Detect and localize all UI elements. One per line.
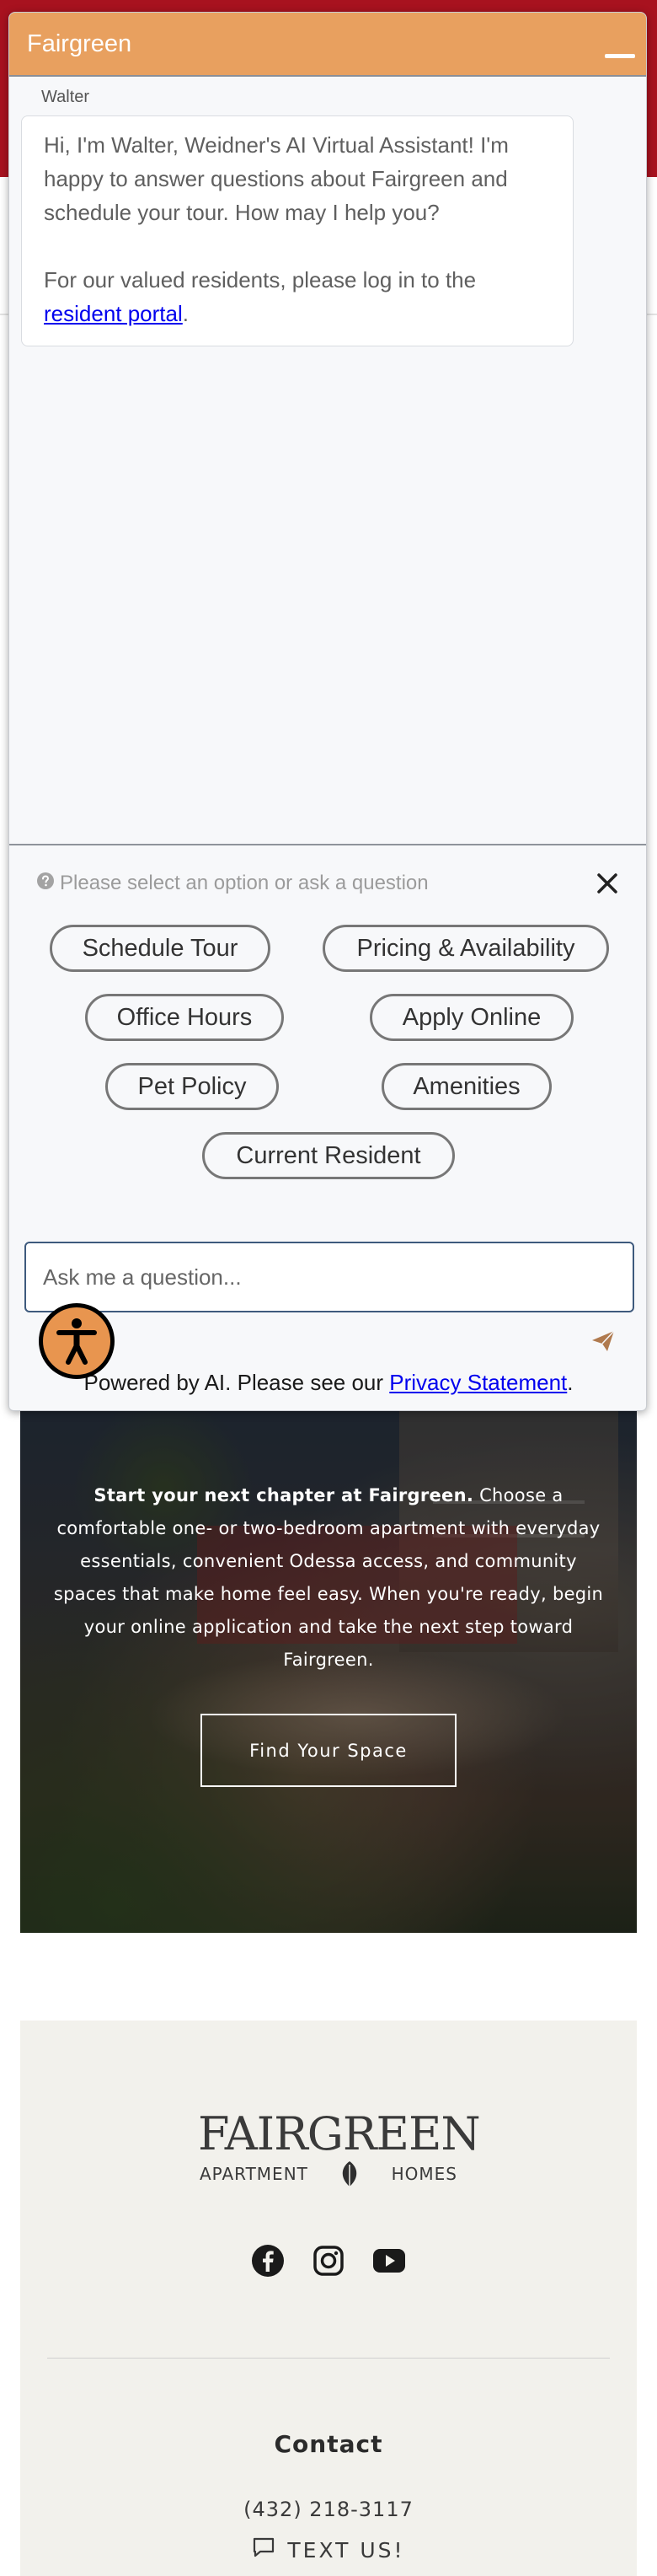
prompt-hint-label: Please select an option or ask a questio… [60, 872, 429, 894]
privacy-statement-link[interactable]: Privacy Statement [389, 1370, 567, 1395]
instagram-icon[interactable] [310, 2242, 347, 2279]
agent-name: Walter [41, 88, 90, 106]
chat-widget: Fairgreen Walter Hi, I'm Walter, Weidner… [8, 12, 647, 1411]
hero-body: Choose a comfortable one- or two-bedroom… [53, 1485, 604, 1670]
question-icon [36, 872, 55, 896]
chat-title: Fairgreen [27, 30, 132, 57]
logo-subline: APARTMENT HOMES [198, 2160, 459, 2188]
resident-note-prefix: For our valued residents, please log in … [44, 267, 477, 292]
hero-lead: Start your next chapter at Fairgreen. [93, 1485, 474, 1505]
powered-suffix: . [567, 1370, 574, 1395]
footer-divider [47, 2358, 610, 2359]
option-apply-online[interactable]: Apply Online [370, 994, 574, 1041]
fairgreen-logo[interactable]: FAIRGREEN APARTMENT HOMES [198, 2107, 481, 2200]
chat-header: Fairgreen [9, 13, 646, 77]
option-amenities[interactable]: Amenities [382, 1063, 552, 1110]
close-icon[interactable] [594, 869, 621, 898]
option-schedule-tour[interactable]: Schedule Tour [50, 925, 270, 972]
chat-input[interactable] [24, 1242, 634, 1312]
accessibility-icon [43, 1307, 110, 1375]
phone-link[interactable]: (432) 218-3117 [20, 2498, 637, 2521]
logo-sub-left: APARTMENT [200, 2164, 308, 2184]
youtube-icon[interactable] [371, 2242, 408, 2279]
logo-wordmark: FAIRGREEN [198, 2107, 481, 2160]
facebook-icon[interactable] [249, 2242, 286, 2279]
prompt-hint: Please select an option or ask a questio… [36, 871, 429, 896]
resident-note-suffix: . [182, 301, 189, 326]
hero-section: Start your next chapter at Fairgreen. Ch… [20, 1399, 637, 1933]
hero-description: Start your next chapter at Fairgreen. Ch… [51, 1479, 606, 1677]
option-pricing-availability[interactable]: Pricing & Availability [323, 925, 609, 972]
leaf-icon [337, 2160, 362, 2188]
chat-divider [9, 844, 646, 845]
greeting-message: Hi, I'm Walter, Weidner's AI Virtual Ass… [21, 115, 574, 346]
option-pet-policy[interactable]: Pet Policy [105, 1063, 279, 1110]
accessibility-button[interactable] [39, 1303, 115, 1379]
text-us-link[interactable]: TEXT US! [20, 2533, 637, 2567]
minimize-icon[interactable] [604, 36, 636, 58]
powered-by-note: Powered by AI. Please see our Privacy St… [9, 1370, 646, 1396]
greeting-text: Hi, I'm Walter, Weidner's AI Virtual Ass… [44, 132, 509, 225]
chat-bubble-icon [252, 2536, 275, 2563]
resident-note: For our valued residents, please log in … [44, 263, 551, 330]
powered-prefix: Powered by AI. Please see our [83, 1370, 390, 1395]
send-icon[interactable] [589, 1328, 617, 1355]
social-links [20, 2242, 637, 2279]
logo-sub-right: HOMES [391, 2164, 457, 2184]
contact-heading: Contact [274, 2430, 383, 2458]
option-current-resident[interactable]: Current Resident [202, 1132, 455, 1179]
site-footer: FAIRGREEN APARTMENT HOMES Contact (432) … [20, 2021, 637, 2576]
find-your-space-button[interactable]: Find Your Space [200, 1714, 457, 1787]
option-office-hours[interactable]: Office Hours [85, 994, 284, 1041]
text-us-label: TEXT US! [287, 2537, 405, 2563]
resident-portal-link[interactable]: resident portal [44, 301, 183, 326]
